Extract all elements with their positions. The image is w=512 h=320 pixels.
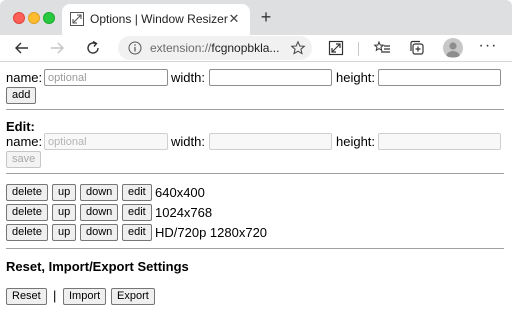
preset-label: 640x400 [155,185,205,200]
down-button[interactable]: down [80,204,119,221]
divider [6,248,504,249]
back-arrow-icon[interactable] [12,38,32,58]
extension-resize-icon[interactable] [326,38,346,58]
preset-label: 1024x768 [155,205,213,220]
window-close-button[interactable] [13,12,25,24]
address-bar[interactable]: extension://fcgnopbkla... [118,36,312,60]
collections-icon[interactable] [407,38,427,58]
export-button[interactable]: Export [111,288,155,305]
edit-heading: Edit: [6,119,35,134]
delete-button[interactable]: delete [6,224,48,241]
browser-toolbar: extension://fcgnopbkla... ··· [0,35,512,62]
address-text: extension://fcgnopbkla... [150,41,279,55]
add-height-label: height: [336,70,376,85]
delete-button[interactable]: delete [6,184,48,201]
edit-width-input[interactable] [209,133,332,150]
add-button[interactable]: add [6,87,37,104]
edit-button[interactable]: edit [122,204,152,221]
more-menu-icon[interactable]: ··· [478,37,498,57]
save-button[interactable]: save [6,151,42,168]
add-height-input[interactable] [378,69,501,86]
window-minimize-button[interactable] [28,12,40,24]
edit-height-label: height: [336,134,376,149]
add-width-label: width: [171,70,205,85]
browser-window: Options | Window Resizer ✕ + extension:/… [0,0,512,320]
edit-name-label: name: [6,134,43,149]
tab-strip: Options | Window Resizer ✕ + [0,0,512,35]
profile-avatar-icon[interactable] [443,38,463,58]
edit-name-input[interactable] [44,133,168,150]
down-button[interactable]: down [80,184,119,201]
edit-height-input[interactable] [378,133,501,150]
import-button[interactable]: Import [63,288,107,305]
add-name-label: name: [6,70,43,85]
address-scheme: extension:// [150,41,212,55]
divider [6,109,504,110]
address-host: fcgnopbkla... [211,41,280,55]
delete-button[interactable]: delete [6,204,48,221]
options-page: name: width: height: add Edit: name: wid… [0,63,512,320]
tab-title: Options | Window Resizer [90,12,228,26]
divider [6,173,504,174]
tab-options[interactable]: Options | Window Resizer ✕ [62,4,250,35]
up-button[interactable]: up [52,224,77,241]
add-name-input[interactable] [44,69,168,86]
edit-button[interactable]: edit [122,184,152,201]
window-resize-icon [70,12,84,26]
add-width-input[interactable] [209,69,332,86]
new-tab-icon[interactable]: + [256,7,276,27]
forward-arrow-icon[interactable] [47,38,67,58]
reload-icon[interactable] [83,38,103,58]
up-button[interactable]: up [52,184,77,201]
up-button[interactable]: up [52,204,77,221]
separator: | [53,288,57,303]
info-icon[interactable] [128,41,142,55]
edit-button[interactable]: edit [122,224,152,241]
window-maximize-button[interactable] [43,12,55,24]
toolbar-divider [358,42,359,56]
down-button[interactable]: down [80,224,119,241]
tab-close-icon[interactable]: ✕ [226,11,242,27]
settings-heading: Reset, Import/Export Settings [6,259,189,274]
preset-label: HD/720p 1280x720 [155,225,268,240]
star-icon[interactable] [290,40,306,56]
favorites-icon[interactable] [372,38,392,58]
edit-width-label: width: [171,134,205,149]
reset-button[interactable]: Reset [6,288,47,305]
